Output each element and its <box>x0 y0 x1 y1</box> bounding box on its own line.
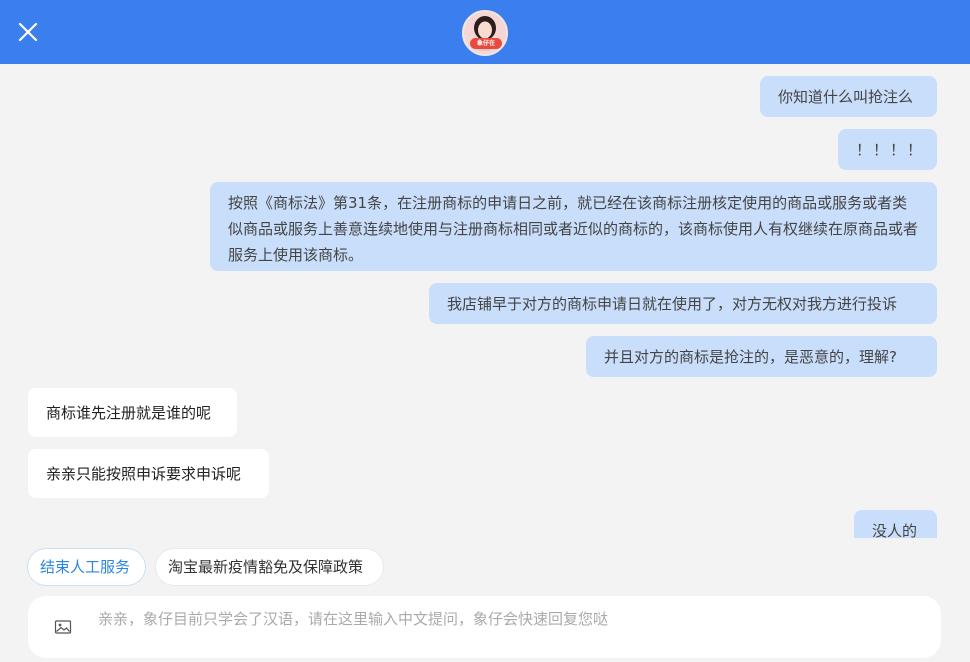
message-user: 没人的 <box>854 510 937 538</box>
message-user: 并且对方的商标是抢注的，是恶意的，理解? <box>586 336 937 377</box>
message-text: 没人的 <box>872 522 918 538</box>
message-user: 我店铺早于对方的商标申请日就在使用了，对方无权对我方进行投诉 <box>429 283 937 324</box>
message-agent: 商标谁先注册就是谁的呢 <box>28 388 237 437</box>
message-user: 按照《商标法》第31条，在注册商标的申请日之前，就已经在该商标注册核定使用的商品… <box>210 182 937 271</box>
end-human-service-button[interactable]: 结束人工服务 <box>28 549 145 585</box>
message-text: 亲亲只能按照申诉要求申诉呢 <box>46 465 242 483</box>
message-text: ！！！！ <box>856 141 925 159</box>
composer <box>28 596 941 658</box>
message-text: 商标谁先注册就是谁的呢 <box>46 404 212 422</box>
epidemic-policy-button[interactable]: 淘宝最新疫情豁免及保障政策 <box>156 549 383 585</box>
message-text: 按照《商标法》第31条，在注册商标的申请日之前，就已经在该商标注册核定使用的商品… <box>228 194 919 264</box>
message-text: 我店铺早于对方的商标申请日就在使用了，对方无权对我方进行投诉 <box>447 295 898 313</box>
message-user: 你知道什么叫抢注么 <box>760 76 937 117</box>
close-icon[interactable] <box>16 20 40 44</box>
message-agent: 亲亲只能按照申诉要求申诉呢 <box>28 449 269 498</box>
message-list: 你知道什么叫抢注么 ！！！！ 按照《商标法》第31条，在注册商标的申请日之前，就… <box>0 64 970 538</box>
message-text: 你知道什么叫抢注么 <box>778 88 914 106</box>
message-text: 并且对方的商标是抢注的，是恶意的，理解? <box>604 348 897 366</box>
avatar: 象仔在 <box>462 10 508 56</box>
chat-header: 象仔在 <box>0 0 970 64</box>
image-icon[interactable] <box>54 618 72 636</box>
avatar-badge: 象仔在 <box>470 38 502 49</box>
message-user: ！！！！ <box>838 129 937 170</box>
message-input[interactable] <box>98 604 918 634</box>
